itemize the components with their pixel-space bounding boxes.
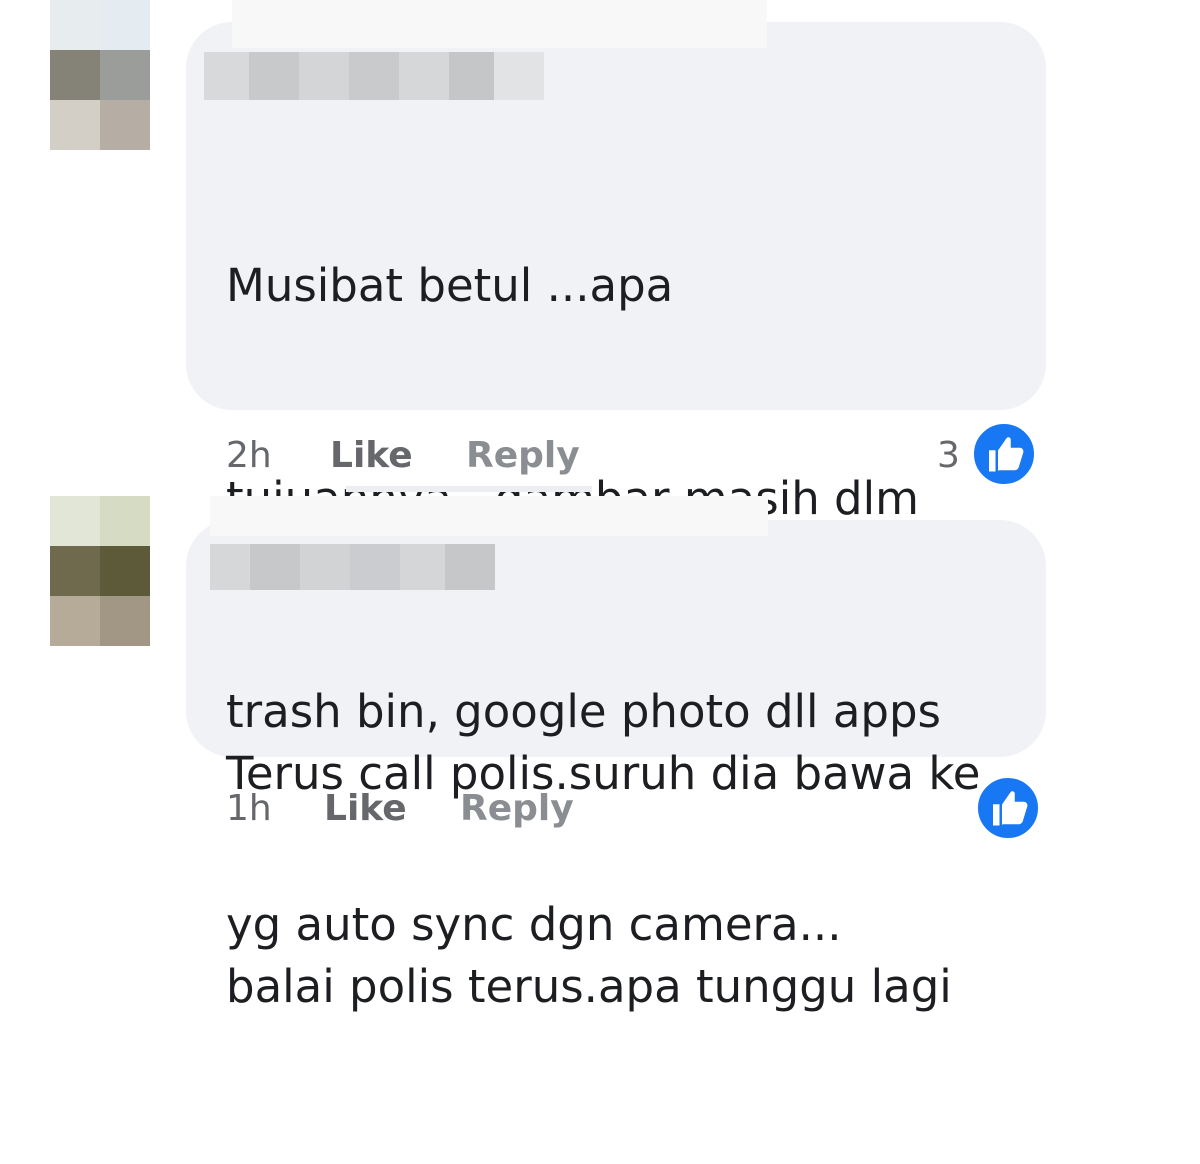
like-button[interactable]: Like — [330, 435, 413, 476]
comment-timestamp[interactable]: 1h — [226, 788, 272, 829]
comment-timestamp[interactable]: 2h — [226, 435, 272, 476]
comment-text: Terus call polis.suruh dia bawa ke balai… — [226, 747, 981, 1013]
reply-button[interactable]: Reply — [466, 435, 580, 476]
like-button[interactable]: Like — [324, 788, 407, 829]
avatar[interactable] — [50, 0, 150, 150]
thumbs-up-icon[interactable] — [974, 774, 1042, 842]
reply-button[interactable]: Reply — [460, 788, 574, 829]
reaction-count[interactable]: 3 — [937, 435, 960, 476]
commenter-name[interactable] — [204, 52, 544, 100]
thumbs-up-icon[interactable] — [970, 420, 1038, 488]
commenter-name[interactable] — [210, 544, 495, 590]
avatar[interactable] — [50, 496, 150, 646]
